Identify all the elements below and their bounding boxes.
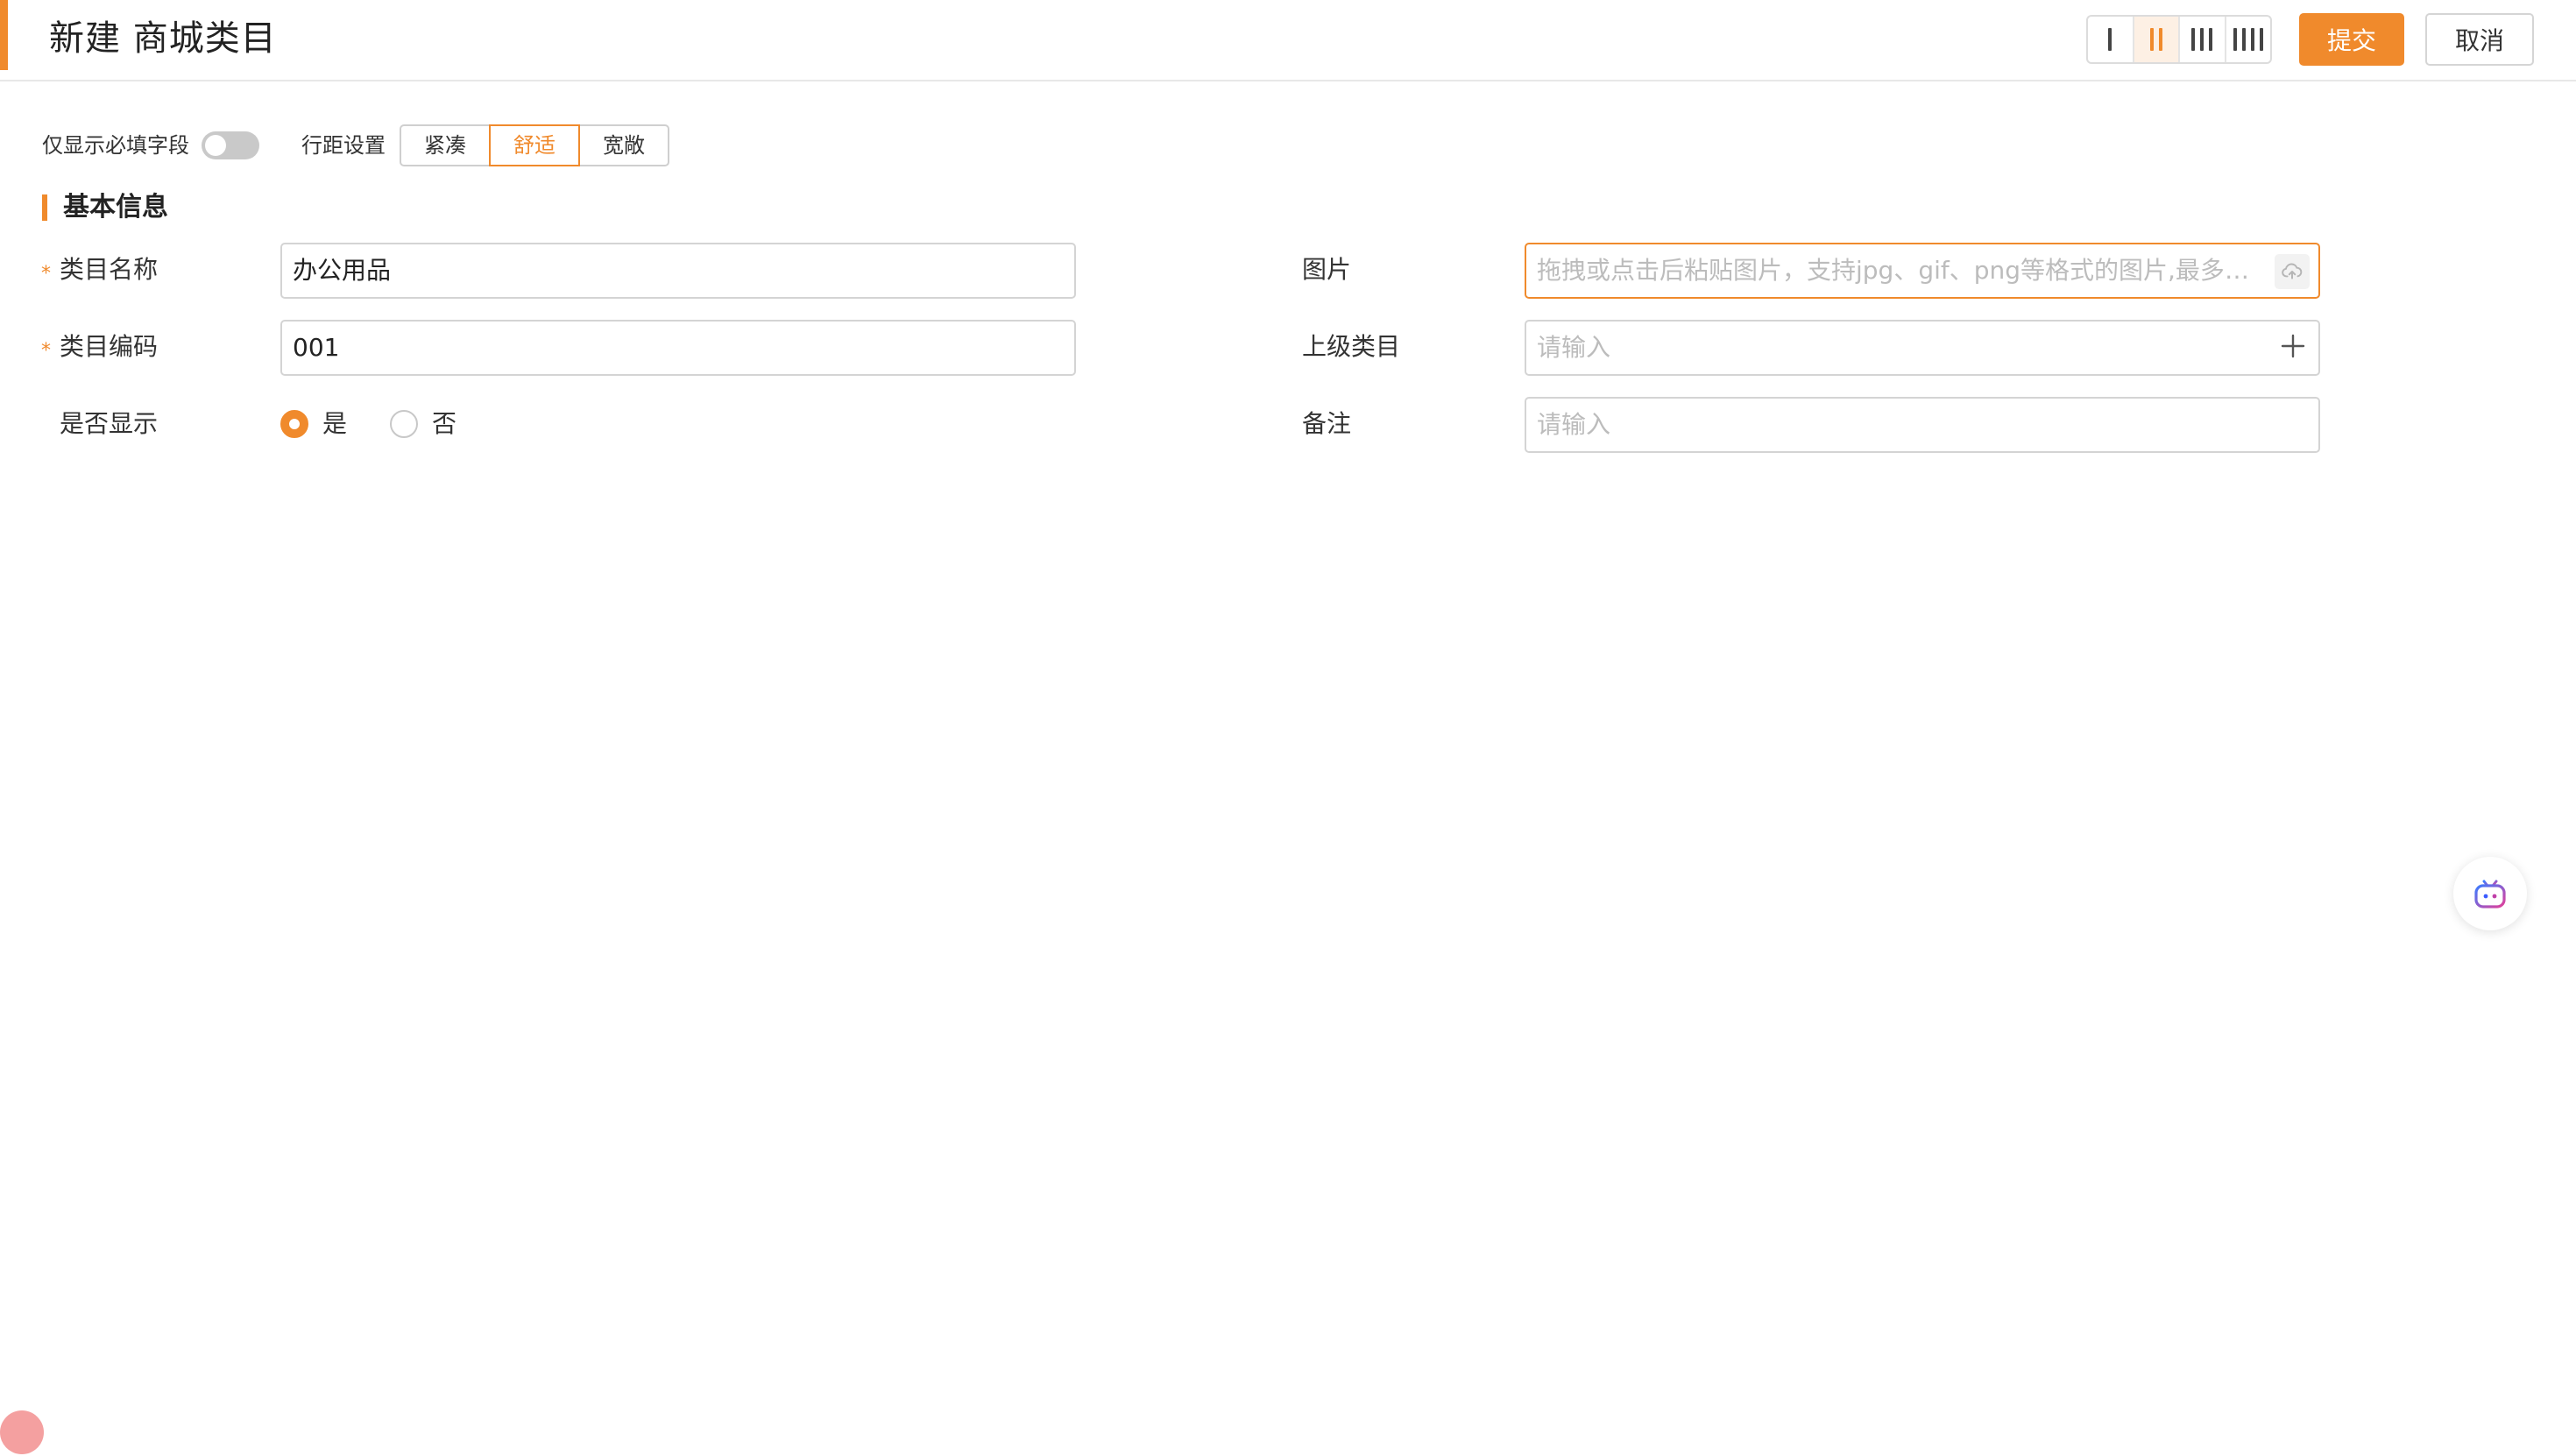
image-label: 图片 xyxy=(1302,255,1352,284)
four-column-button[interactable] xyxy=(2226,17,2271,62)
remark-label: 备注 xyxy=(1302,409,1352,438)
robot-assistant-icon[interactable] xyxy=(2453,857,2527,930)
spacing-compact-option[interactable]: 紧凑 xyxy=(400,124,491,166)
section-title: 基本信息 xyxy=(63,192,168,223)
spacing-label: 行距设置 xyxy=(301,133,386,158)
page-root: 新建 商城类目 提交 取消 仅显示必填字段 行距设置 紧凑 舒适 宽敞 基本信息… xyxy=(0,0,2576,1456)
plus-icon[interactable] xyxy=(2278,331,2308,361)
cloud-upload-icon[interactable] xyxy=(2275,254,2310,289)
page-title: 新建 商城类目 xyxy=(49,18,277,59)
spacing-segmented-control: 紧凑 舒适 宽敞 xyxy=(400,124,669,166)
one-column-icon xyxy=(2108,28,2112,51)
category-name-label: 类目名称 xyxy=(60,255,159,284)
required-only-label: 仅显示必填字段 xyxy=(42,133,189,158)
visible-yes-radio[interactable] xyxy=(280,410,308,438)
cancel-button[interactable]: 取消 xyxy=(2425,13,2534,66)
visible-no-radio[interactable] xyxy=(390,410,418,438)
section-accent-bar xyxy=(42,194,47,221)
two-column-icon xyxy=(2149,28,2162,51)
visible-yes-label: 是 xyxy=(322,409,348,438)
one-column-button[interactable] xyxy=(2088,17,2134,62)
category-code-label: 类目编码 xyxy=(60,332,159,361)
spacing-loose-option[interactable]: 宽敞 xyxy=(578,124,669,166)
visible-no-label: 否 xyxy=(432,409,457,438)
required-only-toggle[interactable] xyxy=(202,131,259,159)
two-column-button[interactable] xyxy=(2134,17,2180,62)
toggle-knob xyxy=(205,135,226,156)
three-column-button[interactable] xyxy=(2180,17,2226,62)
spacing-comfortable-option[interactable]: 舒适 xyxy=(489,124,580,166)
column-layout-switch xyxy=(2086,15,2272,64)
required-marker: * xyxy=(41,340,51,362)
parent-category-label: 上级类目 xyxy=(1302,332,1401,361)
visible-label: 是否显示 xyxy=(60,409,159,438)
category-code-input[interactable]: 001 xyxy=(280,320,1076,376)
header: 新建 商城类目 提交 取消 xyxy=(0,0,2576,81)
three-column-icon xyxy=(2191,28,2213,51)
corner-status-dot[interactable] xyxy=(0,1410,44,1454)
remark-input[interactable]: 请输入 xyxy=(1525,397,2320,453)
parent-category-input[interactable]: 请输入 xyxy=(1525,320,2320,376)
header-accent-bar xyxy=(0,0,8,70)
required-marker: * xyxy=(41,263,51,285)
category-name-input[interactable]: 办公用品 xyxy=(280,243,1076,299)
submit-button[interactable]: 提交 xyxy=(2299,13,2404,66)
four-column-icon xyxy=(2233,28,2263,51)
image-upload-field[interactable]: 拖拽或点击后粘贴图片，支持jpg、gif、png等格式的图片,最多可... xyxy=(1525,243,2320,299)
